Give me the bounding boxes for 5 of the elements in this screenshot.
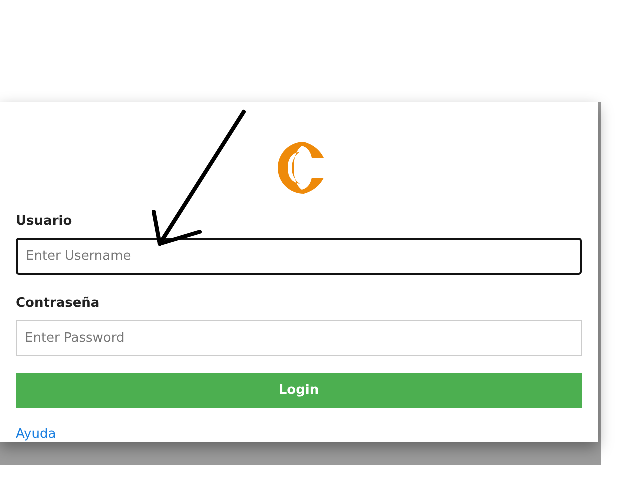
help-link[interactable]: Ayuda [16, 427, 56, 442]
field-label: Usuario [16, 214, 74, 229]
input-field[interactable]: Enter Username [16, 238, 582, 275]
field-label: Contraseña [16, 296, 101, 311]
login-button[interactable]: Login [16, 373, 582, 408]
